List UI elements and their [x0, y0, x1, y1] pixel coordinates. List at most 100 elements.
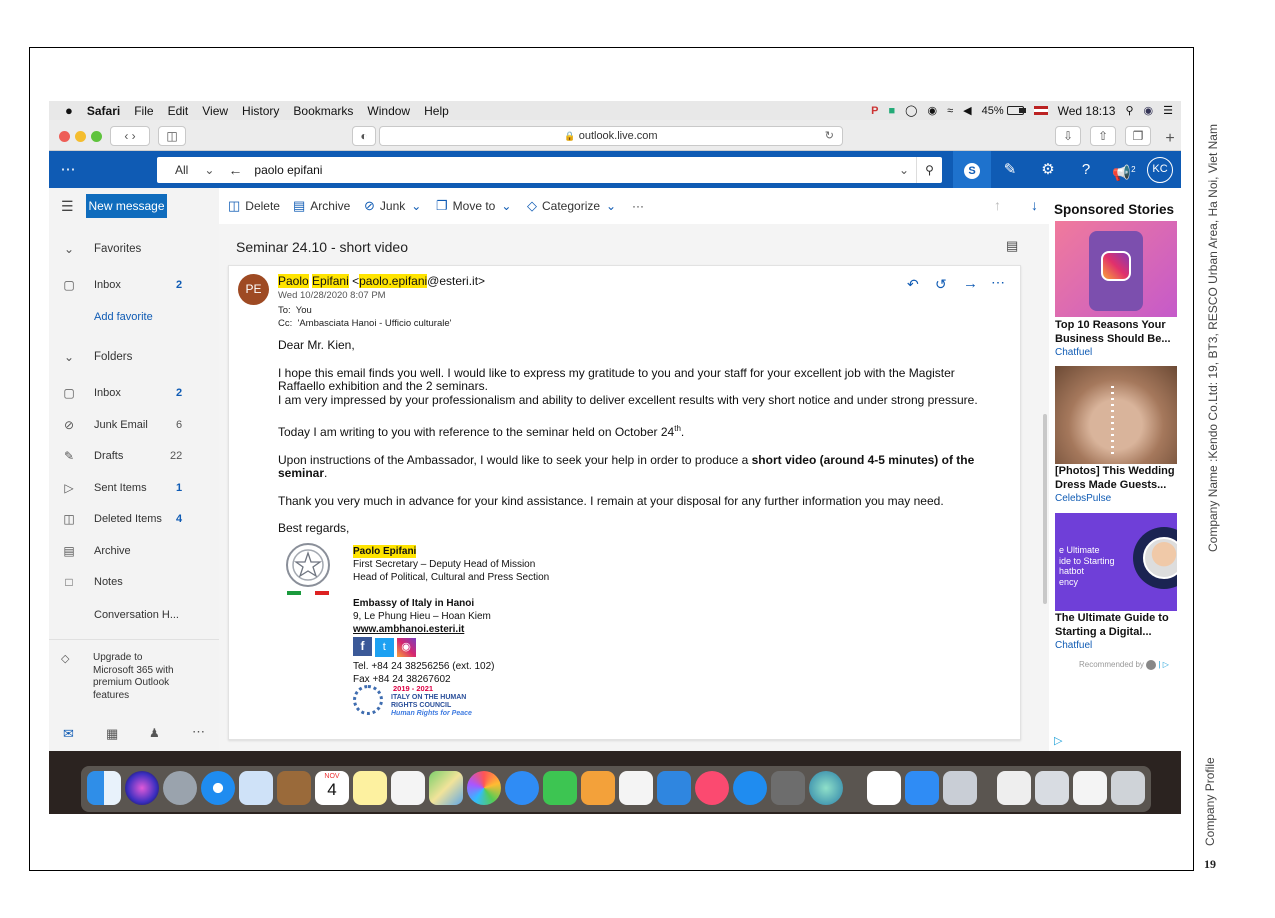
next-message-icon[interactable]: ↓ — [1031, 197, 1038, 213]
file-icon[interactable] — [1073, 771, 1107, 805]
share-icon[interactable]: ⇧ — [1090, 126, 1116, 146]
keynote-icon[interactable] — [657, 771, 691, 805]
back-arrow-icon[interactable]: ← — [228, 162, 242, 178]
immersive-reader-icon[interactable]: ▤ — [1006, 238, 1018, 254]
sidebar-toggle-icon[interactable]: ◫ — [158, 126, 186, 146]
numbers-icon[interactable] — [619, 771, 653, 805]
menu-app[interactable]: Safari — [87, 104, 120, 118]
flag-icon[interactable] — [1033, 106, 1048, 115]
fav-inbox[interactable]: ▢ Inbox 2 — [49, 273, 219, 297]
messages-icon[interactable] — [505, 771, 539, 805]
menu-bookmarks[interactable]: Bookmarks — [293, 104, 353, 118]
sig-website[interactable]: www.ambhanoi.esteri.it — [353, 623, 549, 636]
folder-sent[interactable]: ▷ Sent Items 1 — [49, 476, 219, 500]
add-favorite-link[interactable]: Add favorite — [49, 305, 219, 329]
account-avatar[interactable]: KC — [1147, 157, 1173, 183]
facetime-icon[interactable] — [543, 771, 577, 805]
menu-history[interactable]: History — [242, 104, 279, 118]
reply-all-icon[interactable]: ↺ — [935, 276, 947, 293]
volume-icon[interactable]: ◀ — [963, 104, 971, 117]
back-forward-buttons[interactable]: ‹ › — [110, 126, 150, 146]
chevron-down-icon[interactable]: ⌄ — [204, 163, 214, 177]
menu-edit[interactable]: Edit — [168, 104, 189, 118]
search-dropdown-icon[interactable]: ⌄ — [899, 163, 909, 177]
menu-help[interactable]: Help — [424, 104, 449, 118]
battery-percent[interactable]: 45% — [982, 105, 1004, 117]
safari-icon[interactable] — [201, 771, 235, 805]
settings-gear-icon[interactable]: ⚙ — [1029, 151, 1067, 188]
folder-junk[interactable]: ⊘ Junk Email 6 — [49, 413, 219, 437]
reload-icon[interactable]: ↻ — [825, 127, 834, 145]
more-options-icon[interactable]: ⋯ — [991, 274, 1005, 291]
wifi-icon[interactable]: ≈ — [947, 105, 953, 117]
folder-drafts[interactable]: ✎ Drafts 22 — [49, 444, 219, 468]
pip-icon[interactable] — [867, 771, 901, 805]
reminders-icon[interactable] — [391, 771, 425, 805]
help-icon[interactable]: ? — [1067, 151, 1105, 188]
app-icon[interactable] — [809, 771, 843, 805]
status-app-icon[interactable]: P — [871, 105, 878, 117]
people-icon[interactable]: ♟ — [149, 726, 160, 740]
photos-icon[interactable] — [467, 771, 501, 805]
apple-icon[interactable]: ● — [65, 103, 73, 118]
ad-3-image[interactable]: e Ultimate ide to Starting hatbot ency — [1055, 513, 1177, 611]
megaphone-icon[interactable]: 📢2 — [1105, 151, 1143, 188]
status-app3-icon[interactable]: ◯ — [905, 104, 917, 117]
finder-icon[interactable] — [87, 771, 121, 805]
trash-bin-icon[interactable] — [1111, 771, 1145, 805]
folders-header[interactable]: ⌄ Folders — [49, 345, 219, 369]
folder-inbox[interactable]: ▢ Inbox 2 — [49, 381, 219, 405]
address-bar[interactable]: 🔒 outlook.live.com ↻ — [379, 126, 843, 146]
downloads-icon[interactable]: ⇩ — [1055, 126, 1081, 146]
privacy-report-icon[interactable]: ◐ — [352, 126, 376, 146]
zoom-window-button[interactable] — [91, 131, 102, 142]
siri-icon[interactable] — [125, 771, 159, 805]
calendar-icon[interactable]: ▦ — [106, 726, 118, 742]
facebook-icon[interactable]: f — [353, 637, 372, 656]
notes-app-icon[interactable] — [353, 771, 387, 805]
delete-button[interactable]: ◫ Delete — [228, 188, 280, 224]
new-tab-icon[interactable]: + — [1159, 130, 1181, 150]
sender-line[interactable]: Paolo Epifani <paolo.epifani@esteri.it> — [278, 274, 485, 288]
ad-2-title[interactable]: [Photos] This Wedding Dress Made Guests.… — [1055, 465, 1179, 492]
system-preferences-icon[interactable] — [771, 771, 805, 805]
more-actions-button[interactable]: ··· — [632, 188, 644, 224]
forward-icon[interactable]: → — [963, 275, 978, 292]
close-window-button[interactable] — [59, 131, 70, 142]
status-app2-icon[interactable]: ■ — [889, 105, 896, 117]
search-scope[interactable]: All — [175, 163, 188, 177]
ad-2-image[interactable] — [1055, 366, 1177, 464]
adchoices-icon[interactable]: ▷ — [1054, 734, 1062, 747]
app-store-icon[interactable] — [733, 771, 767, 805]
ad-3-title[interactable]: The Ultimate Guide to Starting a Digital… — [1055, 612, 1179, 639]
menu-window[interactable]: Window — [367, 104, 410, 118]
battery-icon[interactable] — [1006, 106, 1026, 115]
folder-deleted[interactable]: ◫ Deleted Items 4 — [49, 507, 219, 531]
folder-archive[interactable]: ▤ Archive — [49, 539, 219, 563]
previous-message-icon[interactable]: ↑ — [994, 197, 1001, 213]
search-input[interactable]: paolo epifani — [254, 163, 322, 177]
contacts-icon[interactable] — [277, 771, 311, 805]
search-icon[interactable]: ⚲ — [916, 157, 942, 183]
preview-icon[interactable] — [943, 771, 977, 805]
spotlight-icon[interactable]: ⚲ — [1125, 104, 1133, 117]
menu-view[interactable]: View — [202, 104, 228, 118]
ad-1-image[interactable] — [1055, 221, 1177, 317]
ip-scanner-icon[interactable] — [905, 771, 939, 805]
mail-icon[interactable]: ✉ — [63, 726, 74, 742]
ad-2-source[interactable]: CelebsPulse — [1055, 493, 1111, 504]
minimize-window-button[interactable] — [75, 131, 86, 142]
document-icon[interactable] — [997, 771, 1031, 805]
recommended-by[interactable]: Recommended by | ▷ — [1079, 660, 1169, 670]
junk-button[interactable]: ⊘ Junk ⌄ — [364, 188, 421, 224]
status-app4-icon[interactable]: ◉ — [927, 104, 937, 117]
move-to-button[interactable]: ❐ Move to ⌄ — [436, 188, 511, 224]
instagram-icon[interactable]: ◉ — [396, 638, 416, 657]
categorize-button[interactable]: ◇ Categorize ⌄ — [527, 188, 616, 224]
menu-file[interactable]: File — [134, 104, 153, 118]
maps-icon[interactable] — [429, 771, 463, 805]
new-message-button[interactable]: New message — [86, 194, 167, 218]
favorites-header[interactable]: ⌄ Favorites — [49, 237, 219, 261]
hamburger-icon[interactable]: ☰ — [61, 198, 74, 215]
todo-icon[interactable]: ✎ — [991, 151, 1029, 188]
